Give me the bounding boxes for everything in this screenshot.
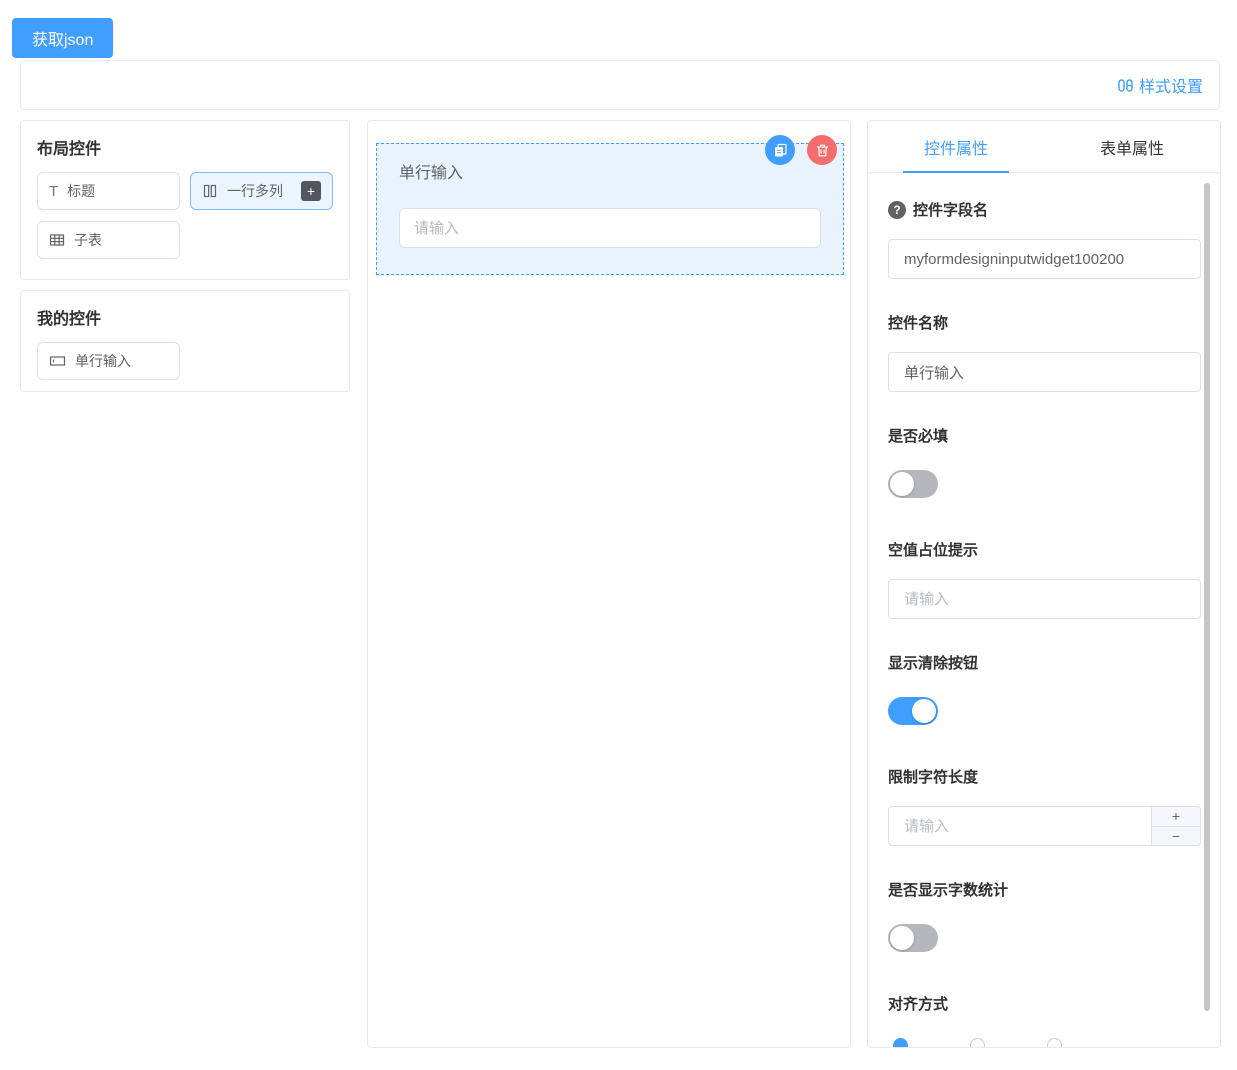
alignment-label: 对齐方式: [888, 993, 1201, 1014]
selected-widget[interactable]: 单行输入: [376, 143, 844, 275]
palette-item-label: 标题: [67, 181, 95, 201]
trash-icon: [815, 143, 830, 158]
palette-item-single-line-input[interactable]: 单行输入: [37, 342, 180, 380]
form-canvas[interactable]: 单行输入: [367, 120, 851, 1048]
field-group-word-count: 是否显示字数统计: [888, 879, 1201, 952]
set-up-icon: [1117, 77, 1134, 94]
delete-widget-button[interactable]: [807, 135, 837, 165]
style-settings-label: 样式设置: [1139, 73, 1203, 97]
text-icon: T: [49, 184, 58, 199]
widget-preview-input[interactable]: [399, 208, 821, 248]
field-name-input[interactable]: [888, 239, 1201, 279]
my-panel-title: 我的控件: [37, 305, 333, 329]
field-name-label-text: 控件字段名: [913, 199, 988, 220]
copy-widget-button[interactable]: [765, 135, 795, 165]
max-length-number-input: + −: [888, 806, 1201, 846]
palette-item-title[interactable]: T 标题: [37, 172, 180, 210]
properties-tabbar: 控件属性 表单属性: [868, 121, 1220, 173]
clearable-label: 显示清除按钮: [888, 652, 1201, 673]
properties-panel: 控件属性 表单属性 ? 控件字段名 控件名称 是否必填: [867, 120, 1221, 1048]
properties-content: ? 控件字段名 控件名称 是否必填 空值占位提示 显示清除按钮: [868, 199, 1220, 1048]
field-group-required: 是否必填: [888, 425, 1201, 498]
field-group-field-name: ? 控件字段名: [888, 199, 1201, 279]
tab-form-properties[interactable]: 表单属性: [1044, 121, 1220, 172]
decrease-button[interactable]: −: [1152, 826, 1200, 846]
topbar: 样式设置: [20, 60, 1220, 110]
placeholder-label: 空值占位提示: [888, 539, 1201, 560]
palette-item-label: 单行输入: [75, 351, 131, 371]
palette-item-label: 子表: [74, 230, 102, 250]
table-icon: [49, 232, 65, 248]
clearable-toggle[interactable]: [888, 697, 938, 725]
palette-item-label: 一行多列: [227, 181, 283, 201]
columns-icon: [202, 183, 218, 199]
layout-widgets-panel: 布局控件 T 标题 一行多列 +: [20, 120, 350, 280]
word-count-toggle[interactable]: [888, 924, 938, 952]
form-designer-app: 获取json 样式设置 布局控件 T 标题: [0, 0, 1237, 1070]
required-label: 是否必填: [888, 425, 1201, 446]
my-items-grid: 单行输入: [37, 342, 333, 380]
field-group-max-length: 限制字符长度 + −: [888, 766, 1201, 846]
required-toggle[interactable]: [888, 470, 938, 498]
toggle-knob: [890, 926, 914, 950]
field-group-placeholder: 空值占位提示: [888, 539, 1201, 619]
word-count-label: 是否显示字数统计: [888, 879, 1201, 900]
toggle-knob: [890, 472, 914, 496]
alignment-radio-option[interactable]: [1047, 1038, 1062, 1048]
layout-panel-title: 布局控件: [37, 135, 333, 159]
toggle-knob: [912, 699, 936, 723]
my-widgets-panel: 我的控件 单行输入: [20, 290, 350, 392]
widget-label: 单行输入: [399, 159, 463, 183]
palette-item-subtable[interactable]: 子表: [37, 221, 180, 259]
field-group-alignment: 对齐方式: [888, 993, 1201, 1048]
placeholder-input[interactable]: [888, 579, 1201, 619]
number-stepper: + −: [1151, 807, 1200, 845]
input-box-icon: [49, 353, 66, 369]
widget-name-input[interactable]: [888, 352, 1201, 392]
style-settings-link[interactable]: 样式设置: [1117, 73, 1203, 97]
get-json-button[interactable]: 获取json: [12, 18, 113, 58]
help-icon[interactable]: ?: [888, 201, 906, 219]
increase-button[interactable]: +: [1152, 807, 1200, 826]
copy-icon: [773, 143, 788, 158]
alignment-radio-option[interactable]: [970, 1038, 985, 1048]
widget-name-label: 控件名称: [888, 312, 1201, 333]
alignment-radio-option[interactable]: [893, 1038, 908, 1048]
field-group-widget-name: 控件名称: [888, 312, 1201, 392]
properties-scrollbar[interactable]: [1204, 183, 1210, 1011]
field-name-label: ? 控件字段名: [888, 199, 1201, 220]
field-group-clearable: 显示清除按钮: [888, 652, 1201, 725]
alignment-radio-group: [888, 1038, 1201, 1048]
layout-items-grid: T 标题 一行多列 +: [37, 172, 333, 259]
add-column-button[interactable]: +: [301, 181, 321, 201]
palette-item-multi-column[interactable]: 一行多列 +: [190, 172, 333, 210]
max-length-label: 限制字符长度: [888, 766, 1201, 787]
tab-widget-properties[interactable]: 控件属性: [868, 121, 1044, 172]
